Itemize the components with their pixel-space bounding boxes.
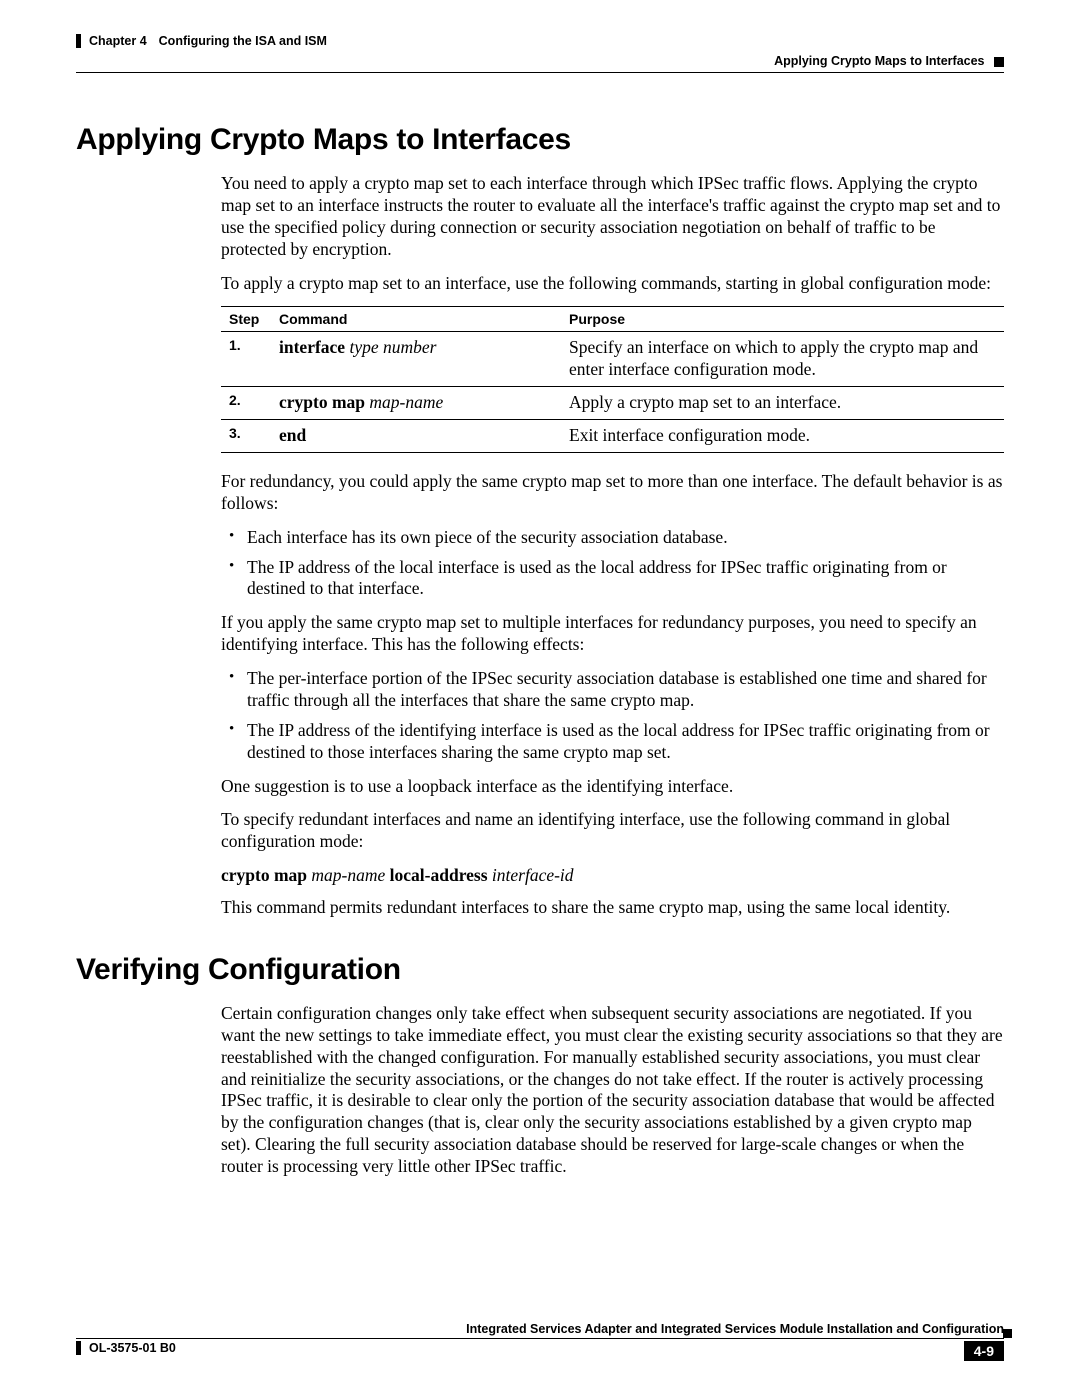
cmd-bold: interface	[279, 337, 345, 357]
cmd-bold: crypto map	[279, 392, 365, 412]
list-item: The IP address of the local interface is…	[221, 557, 1004, 601]
cell-step: 2.	[221, 387, 271, 420]
para-loopback: One suggestion is to use a loopback inte…	[221, 776, 1004, 798]
bullet-list-2: The per-interface portion of the IPSec s…	[221, 668, 1004, 764]
cmd-ital: map-name	[311, 865, 385, 885]
chapter-title: Configuring the ISA and ISM	[159, 34, 327, 48]
th-purpose: Purpose	[561, 307, 1004, 332]
list-item: The IP address of the identifying interf…	[221, 720, 1004, 764]
cell-purpose: Exit interface configuration mode.	[561, 420, 1004, 453]
para-identifying: If you apply the same crypto map set to …	[221, 612, 1004, 656]
para-intro-1: You need to apply a crypto map set to ea…	[221, 173, 1004, 261]
cell-command: interface type number	[271, 332, 561, 387]
footer-rule	[76, 1338, 1004, 1339]
chapter-label: Chapter 4	[89, 34, 147, 48]
cmd-ital: type number	[349, 337, 436, 357]
list-item: Each interface has its own piece of the …	[221, 527, 1004, 549]
page-footer: Integrated Services Adapter and Integrat…	[76, 1322, 1004, 1361]
para-specify-cmd: To specify redundant interfaces and name…	[221, 809, 1004, 853]
cell-purpose: Specify an interface on which to apply t…	[561, 332, 1004, 387]
table-row: 2. crypto map map-name Apply a crypto ma…	[221, 387, 1004, 420]
header-square-icon	[994, 57, 1004, 67]
cmd-bold: local-address	[390, 865, 488, 885]
footer-bar-icon	[76, 1341, 81, 1355]
command-table: Step Command Purpose 1. interface type n…	[221, 306, 1004, 453]
header-rule	[76, 72, 1004, 73]
section-heading-verifying: Verifying Configuration	[76, 953, 1004, 987]
para-redundancy: For redundancy, you could apply the same…	[221, 471, 1004, 515]
para-permits: This command permits redundant interface…	[221, 897, 1004, 919]
footer-book-title: Integrated Services Adapter and Integrat…	[76, 1322, 1004, 1336]
footer-marker-icon	[1003, 1329, 1012, 1338]
doc-id-text: OL-3575-01 B0	[89, 1341, 176, 1355]
cell-command: end	[271, 420, 561, 453]
th-step: Step	[221, 307, 271, 332]
th-command: Command	[271, 307, 561, 332]
header-bar-icon	[76, 34, 81, 48]
cmd-bold: end	[279, 425, 306, 445]
cmd-ital: map-name	[369, 392, 443, 412]
cell-purpose: Apply a crypto map set to an interface.	[561, 387, 1004, 420]
cell-command: crypto map map-name	[271, 387, 561, 420]
breadcrumb-text: Applying Crypto Maps to Interfaces	[774, 54, 984, 68]
para-verify: Certain configuration changes only take …	[221, 1003, 1004, 1178]
cell-step: 1.	[221, 332, 271, 387]
header-section-breadcrumb: Applying Crypto Maps to Interfaces	[76, 54, 1004, 68]
list-item: The per-interface portion of the IPSec s…	[221, 668, 1004, 712]
footer-doc-id: OL-3575-01 B0	[76, 1341, 176, 1355]
table-row: 1. interface type number Specify an inte…	[221, 332, 1004, 387]
para-intro-2: To apply a crypto map set to an interfac…	[221, 273, 1004, 295]
section-heading-applying: Applying Crypto Maps to Interfaces	[76, 123, 1004, 157]
cell-step: 3.	[221, 420, 271, 453]
cmd-bold: crypto map	[221, 865, 307, 885]
command-line-syntax: crypto map map-name local-address interf…	[221, 865, 1004, 887]
running-header: Chapter 4 Configuring the ISA and ISM	[76, 34, 1004, 48]
table-row: 3. end Exit interface configuration mode…	[221, 420, 1004, 453]
page-number-text: 4-9	[974, 1343, 994, 1359]
cmd-ital: interface-id	[492, 865, 574, 885]
bullet-list-1: Each interface has its own piece of the …	[221, 527, 1004, 601]
footer-page-number: 4-9	[964, 1341, 1004, 1361]
